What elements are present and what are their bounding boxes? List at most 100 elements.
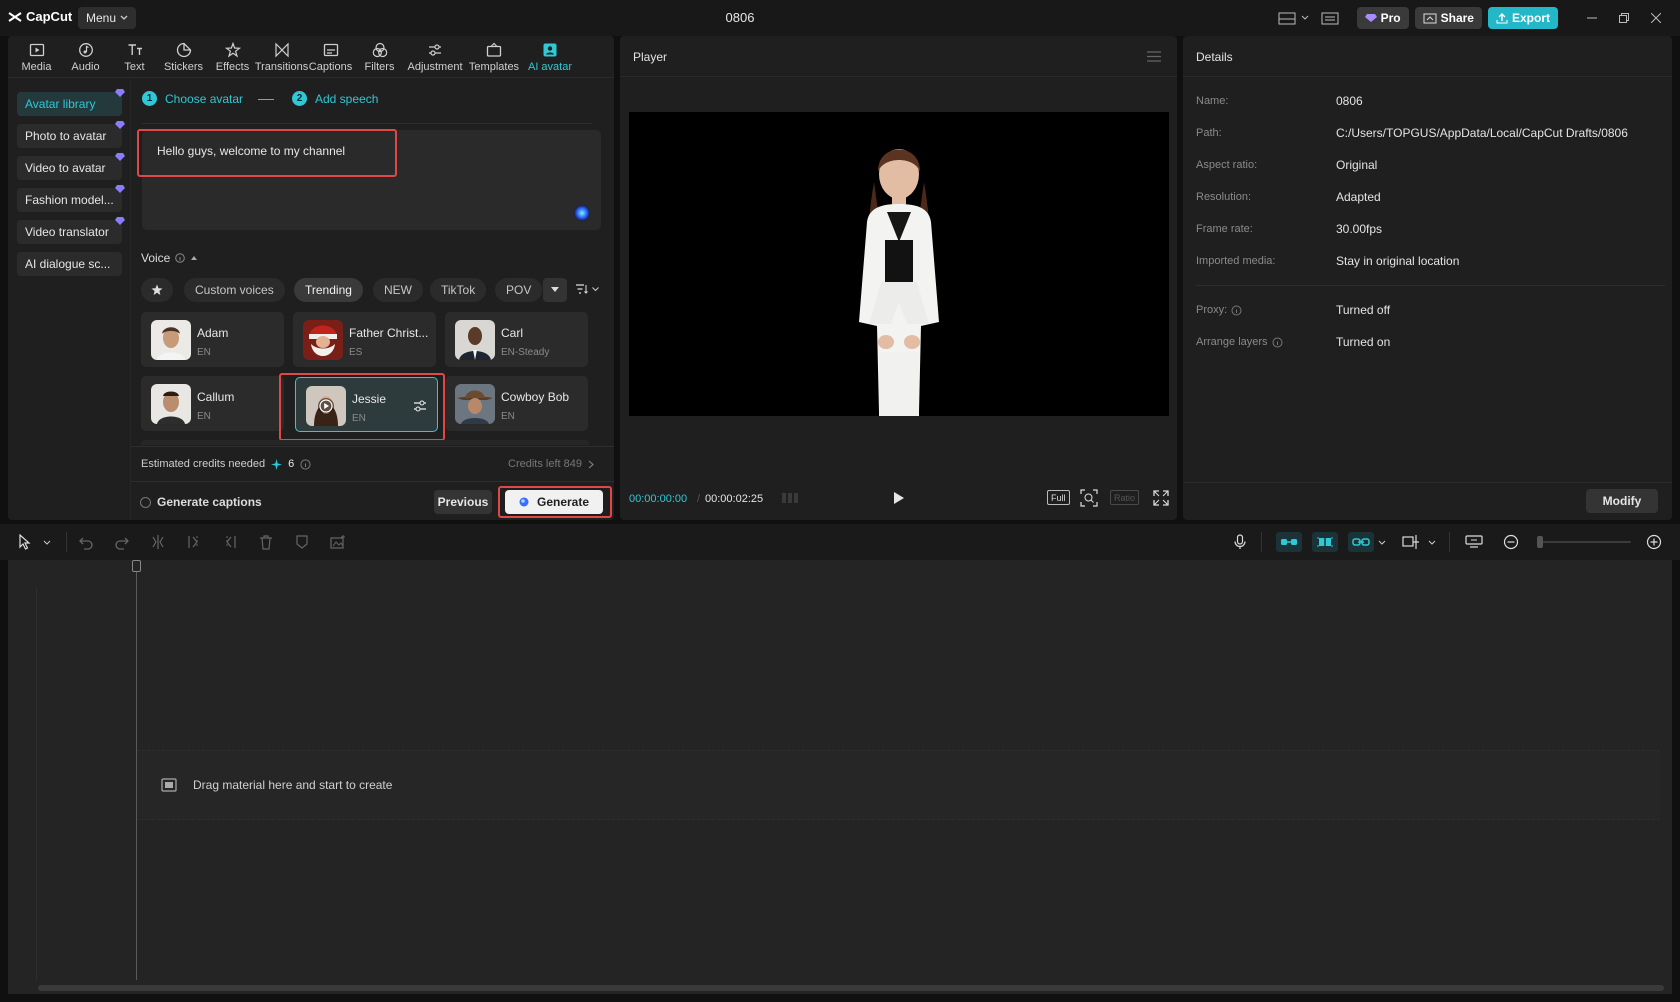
full-quality-button[interactable]: Full (1047, 490, 1070, 505)
preview-axis-icon[interactable] (1402, 534, 1420, 550)
step-choose-avatar[interactable]: 1 Choose avatar (142, 91, 243, 106)
pro-button[interactable]: Pro (1356, 7, 1409, 29)
voice-filter-trending[interactable]: Trending (294, 278, 363, 302)
captions-icon (323, 43, 338, 56)
menu-button[interactable]: Menu (78, 7, 137, 29)
hamburger-menu-icon[interactable] (1147, 51, 1161, 62)
tab-text[interactable]: Text (110, 38, 159, 76)
voice-filter-favorites[interactable] (141, 278, 173, 302)
voice-card-father-christmas[interactable]: Father Christ... ES (293, 312, 436, 367)
select-cursor-icon[interactable] (18, 534, 32, 550)
adjustment-sliders-icon (429, 43, 441, 56)
sparkle-icon (271, 458, 283, 470)
sort-filter-icon (576, 284, 588, 294)
sidebar-item-ai-dialogue[interactable]: AI dialogue sc... (17, 252, 122, 276)
upload-icon (1496, 13, 1508, 24)
horizontal-scrollbar[interactable] (38, 985, 1664, 991)
avatar-preview-image (859, 149, 939, 416)
zoom-slider[interactable] (1537, 536, 1631, 548)
tab-ai-avatar[interactable]: AI avatar (522, 38, 578, 76)
restore-icon[interactable] (1608, 0, 1640, 36)
previous-button[interactable]: Previous (434, 490, 492, 514)
chevron-down-icon[interactable] (1378, 540, 1386, 546)
voice-filter-new[interactable]: NEW (373, 278, 423, 302)
playhead-handle[interactable] (132, 560, 141, 572)
split-right-icon[interactable] (222, 534, 238, 550)
generate-captions-checkbox[interactable]: Generate captions (140, 495, 262, 509)
export-button[interactable]: Export (1487, 7, 1558, 29)
ai-orb-icon[interactable] (573, 204, 591, 222)
ratio-button[interactable]: Ratio (1110, 490, 1140, 505)
voice-filter-pov[interactable]: POV (495, 278, 543, 302)
minimize-icon[interactable] (1576, 0, 1608, 36)
detail-label-frame-rate: Frame rate: (1196, 223, 1253, 235)
fullscreen-icon[interactable] (1153, 490, 1169, 506)
zoom-slider-handle[interactable] (1537, 536, 1543, 548)
detail-value-imported-media: Stay in original location (1336, 254, 1460, 268)
voice-filter-more-dropdown[interactable] (543, 278, 567, 302)
chevron-down-icon[interactable] (43, 540, 51, 546)
shortcut-keyboard-icon[interactable] (1321, 12, 1345, 25)
split-left-icon[interactable] (186, 534, 202, 550)
auto-snap-toggle[interactable] (1312, 532, 1338, 552)
voice-filter-tiktok[interactable]: TikTok (430, 278, 487, 302)
voice-card-carl[interactable]: Carl EN-Steady (445, 312, 588, 367)
zoom-out-icon[interactable] (1503, 534, 1519, 550)
linkage-toggle[interactable] (1348, 532, 1374, 552)
timeline-fit-icon[interactable] (1465, 534, 1483, 550)
detail-value-resolution: Adapted (1336, 190, 1381, 204)
tab-adjustment[interactable]: Adjustment (404, 38, 466, 76)
chevron-down-icon[interactable] (1301, 15, 1313, 21)
chevron-down-icon[interactable] (1428, 540, 1436, 546)
tab-stickers[interactable]: Stickers (159, 38, 208, 76)
modify-button[interactable]: Modify (1586, 489, 1658, 513)
tab-filters[interactable]: Filters (355, 38, 404, 76)
tab-media[interactable]: Media (12, 38, 61, 76)
sidebar-item-video-to-avatar[interactable]: Video to avatar (17, 153, 125, 180)
text-icon (128, 43, 142, 55)
sidebar-item-fashion-model[interactable]: Fashion model... (17, 185, 125, 212)
diamond-icon (115, 217, 125, 225)
tab-captions[interactable]: Captions (306, 38, 355, 76)
tab-audio[interactable]: Audio (61, 38, 110, 76)
steps-underline (142, 123, 592, 124)
step-add-speech[interactable]: 2 Add speech (292, 91, 378, 106)
microphone-icon[interactable] (1233, 534, 1247, 550)
shield-mark-icon[interactable] (294, 534, 310, 550)
tab-templates[interactable]: Templates (466, 38, 522, 76)
zoom-in-icon[interactable] (1646, 534, 1662, 550)
voice-header[interactable]: Voice (141, 251, 198, 265)
voice-card-cowboy-bob[interactable]: Cowboy Bob EN (445, 376, 588, 431)
avatar (151, 384, 191, 424)
voice-filter-custom[interactable]: Custom voices (184, 278, 285, 302)
capcut-logo-icon (8, 11, 22, 22)
split-icon[interactable] (150, 534, 166, 550)
timeline-grid-icon[interactable] (781, 491, 803, 505)
delete-trash-icon[interactable] (258, 534, 274, 550)
redo-icon[interactable] (114, 534, 130, 550)
close-icon[interactable] (1640, 0, 1672, 36)
voice-card-adam[interactable]: Adam EN (141, 312, 284, 367)
detail-value-frame-rate: 30.00fps (1336, 222, 1383, 236)
video-preview[interactable] (629, 112, 1169, 416)
voice-sort-button[interactable] (575, 283, 599, 295)
sidebar-item-avatar-library[interactable]: Avatar library (17, 89, 125, 116)
highlight-generate-button (498, 486, 612, 518)
zoom-preview-icon[interactable] (1080, 489, 1098, 507)
share-button[interactable]: Share (1414, 7, 1482, 29)
main-track-magnet-toggle[interactable] (1276, 532, 1302, 552)
sidebar-item-video-translator[interactable]: Video translator (17, 217, 125, 244)
add-image-icon[interactable] (330, 534, 346, 550)
tab-effects[interactable]: Effects (208, 38, 257, 76)
sidebar-item-photo-to-avatar[interactable]: Photo to avatar (17, 121, 125, 148)
detail-label-arrange-layers: Arrange layers (1196, 336, 1283, 348)
checkbox-box[interactable] (140, 496, 151, 508)
undo-icon[interactable] (78, 534, 94, 550)
tab-transitions[interactable]: Transitions (255, 38, 308, 76)
drop-zone[interactable]: Drag material here and start to create (137, 750, 1660, 820)
layout-icon[interactable] (1275, 12, 1299, 25)
credits-left[interactable]: Credits left 849 (508, 458, 594, 470)
play-icon[interactable] (893, 491, 905, 505)
project-title: 0806 (725, 10, 755, 25)
voice-card-callum[interactable]: Callum EN (141, 376, 284, 431)
